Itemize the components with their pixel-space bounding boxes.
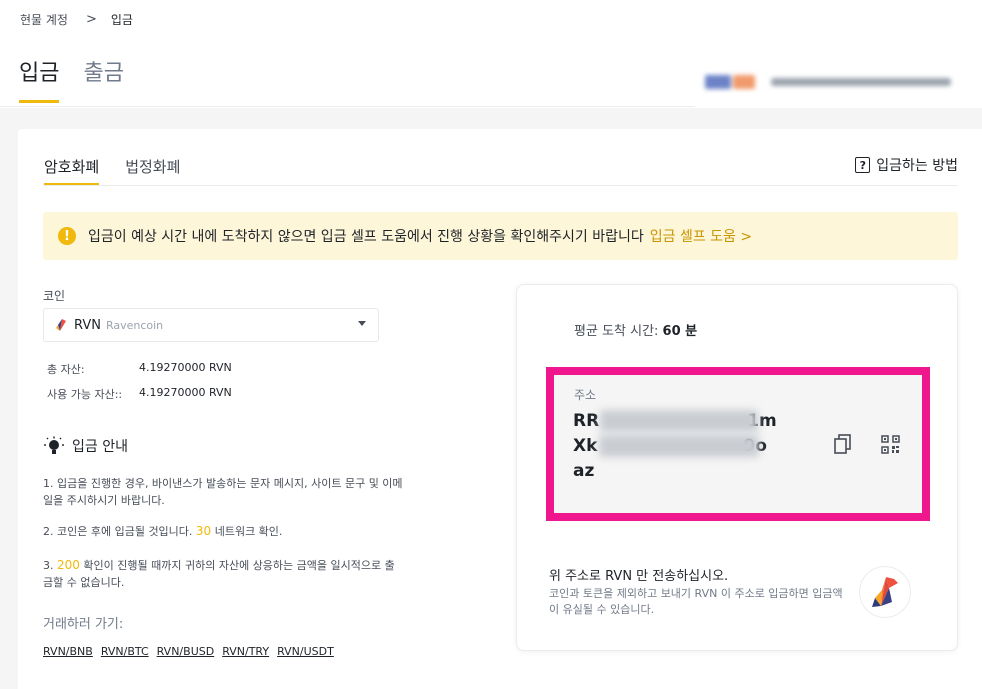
- breadcrumb: 현물 계정 > 입금: [20, 11, 133, 28]
- coin-label: 코인: [43, 289, 66, 303]
- notice-banner: ! 입금이 예상 시간 내에 도착하지 않으면 입금 셀프 도움에서 진행 상황…: [43, 212, 958, 260]
- guide-item-2-prefix: 2. 코인은 후에 입금될 것입니다.: [43, 525, 193, 538]
- guide-item-1: 1. 입금을 진행한 경우, 바이낸스가 발송하는 문자 메시지, 사이트 문구…: [43, 477, 403, 507]
- copy-icon[interactable]: [834, 434, 852, 454]
- tab-fiat[interactable]: 법정화폐: [125, 156, 180, 185]
- how-to-deposit-link[interactable]: ? 입금하는 방법: [855, 155, 958, 175]
- warning-icon: !: [58, 227, 76, 245]
- trade-pairs: RVN/BNB RVN/BTC RVN/BUSD RVN/TRY RVN/USD…: [43, 645, 342, 658]
- main-tabs: 입금 출금: [19, 55, 148, 103]
- available-balance-row: 사용 가능 자산:: 4.19270000 RVN: [47, 386, 232, 402]
- tab-withdraw[interactable]: 출금: [83, 55, 123, 103]
- qr-code-icon[interactable]: [881, 435, 900, 454]
- chevron-down-icon: [358, 321, 366, 326]
- deposit-card: 암호화폐 법정화폐 ? 입금하는 방법 ! 입금이 예상 시간 내에 도착하지 …: [18, 129, 982, 689]
- sub-tabs: 암호화폐 법정화폐: [44, 156, 206, 185]
- address-redaction: [600, 410, 758, 432]
- tab-crypto[interactable]: 암호화폐: [44, 156, 100, 185]
- address-redaction: [599, 435, 759, 457]
- notice-text: 입금이 예상 시간 내에 도착하지 않으면 입금 셀프 도움에서 진행 상황을 …: [88, 229, 644, 245]
- average-arrival-value: 60 분: [662, 324, 698, 339]
- pair-link-rvn-try[interactable]: RVN/TRY: [222, 645, 269, 658]
- average-arrival-time: 평균 도착 시간: 60 분: [574, 320, 697, 339]
- deposit-address-card: 평균 도착 시간: 60 분 주소 RR1m Xk9o az: [516, 284, 958, 651]
- coin-select[interactable]: RVN Ravencoin: [43, 308, 379, 342]
- confirmations-200: 200: [57, 558, 80, 572]
- guide-item-3: 3. 200 확인이 진행될 때까지 귀하의 자산에 상응하는 금액을 일시적으…: [43, 557, 403, 591]
- deposit-guide-label: 입금 안내: [72, 439, 128, 455]
- pair-link-rvn-btc[interactable]: RVN/BTC: [101, 645, 149, 658]
- question-doc-icon: ?: [855, 157, 871, 173]
- address-line-1-start: RR: [573, 411, 600, 431]
- guide-item-3-prefix: 3.: [43, 559, 54, 572]
- ravencoin-icon: [872, 577, 898, 607]
- address-line-2-start: Xk: [573, 436, 598, 456]
- blurred-promo-banner[interactable]: [705, 68, 982, 96]
- card-logo-icon: [705, 75, 731, 89]
- breadcrumb-current: 입금: [110, 13, 133, 27]
- trade-label: 거래하러 가기:: [43, 617, 124, 632]
- pair-link-rvn-usdt[interactable]: RVN/USDT: [277, 645, 334, 658]
- sub-tabs-divider: [43, 185, 958, 186]
- average-arrival-label: 평균 도착 시간:: [574, 324, 659, 339]
- ravencoin-icon: [56, 319, 66, 331]
- coin-symbol: RVN: [74, 317, 101, 333]
- total-balance-value: 4.19270000 RVN: [139, 361, 232, 374]
- breadcrumb-separator: >: [85, 12, 97, 27]
- guide-item-2: 2. 코인은 후에 입금될 것입니다. 30 네트워크 확인.: [43, 523, 403, 540]
- self-help-link[interactable]: 입금 셀프 도움 >: [650, 226, 752, 246]
- blurred-text: [771, 78, 951, 86]
- available-balance-label: 사용 가능 자산::: [47, 388, 123, 401]
- guide-item-3-suffix: 확인이 진행될 때까지 귀하의 자산에 상응하는 금액을 일시적으로 출금할 수…: [43, 559, 395, 589]
- coin-name: Ravencoin: [105, 318, 164, 332]
- pair-link-rvn-bnb[interactable]: RVN/BNB: [43, 645, 93, 658]
- total-balance-label: 총 자산:: [47, 363, 85, 376]
- send-only-notice: 위 주소로 RVN 만 전송하십시오.: [549, 569, 729, 584]
- pair-link-rvn-busd[interactable]: RVN/BUSD: [157, 645, 215, 658]
- address-label: 주소: [574, 388, 597, 402]
- tab-deposit[interactable]: 입금: [19, 55, 60, 103]
- total-balance-row: 총 자산: 4.19270000 RVN: [47, 361, 232, 377]
- deposit-guide-title: 입금 안내: [44, 436, 128, 456]
- top-divider: [0, 106, 695, 107]
- how-to-deposit-label: 입금하는 방법: [876, 158, 958, 174]
- available-balance-value: 4.19270000 RVN: [139, 386, 232, 399]
- ravencoin-logo: [859, 566, 911, 618]
- card-logo-icon: [733, 75, 755, 89]
- confirmations-30: 30: [195, 524, 212, 538]
- top-bar: 현물 계정 > 입금 입금 출금: [0, 0, 982, 108]
- guide-item-2-suffix: 네트워크 확인.: [214, 525, 283, 538]
- lightbulb-icon: [44, 436, 64, 454]
- address-line-3: az: [573, 461, 595, 481]
- loss-warning: 코인과 토큰을 제외하고 보내기 RVN 이 주소로 입금하면 입금액이 유실될…: [549, 587, 843, 616]
- breadcrumb-spot-account[interactable]: 현물 계정: [20, 11, 68, 28]
